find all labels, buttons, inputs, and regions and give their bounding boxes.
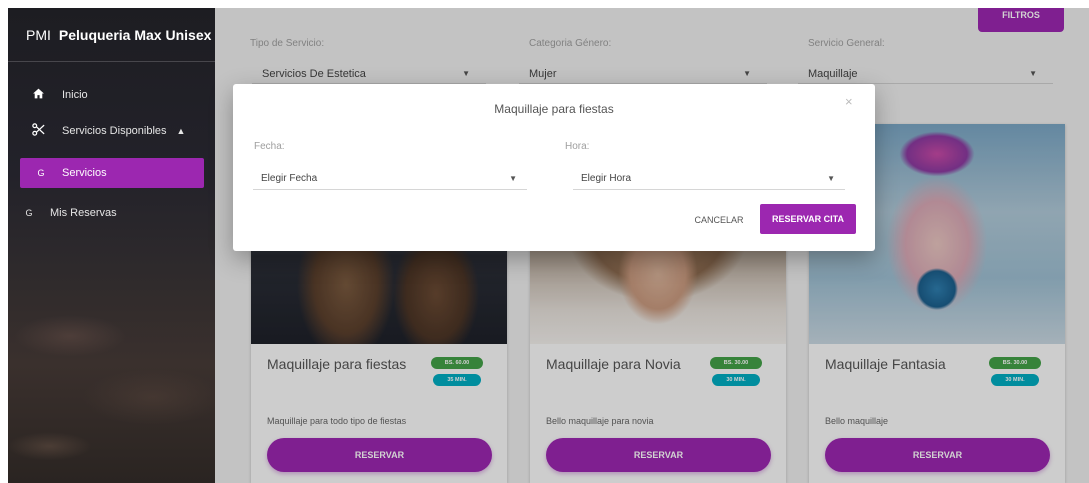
fecha-select[interactable]: Elegir Fecha ▼ [253,168,527,190]
reserve-appointment-button[interactable]: RESERVAR CITA [760,204,856,234]
scissors-icon [26,122,50,140]
sidebar-item-letter: G [37,168,45,178]
hora-select[interactable]: Elegir Hora ▼ [573,168,845,190]
dropdown-arrow-icon: ▼ [509,174,517,183]
sidebar-item-label: Servicios Disponibles [62,125,167,137]
sidebar-item-label: Servicios [62,167,107,179]
sidebar-item-inicio[interactable]: Inicio [8,80,215,110]
close-icon[interactable]: × [845,94,853,109]
sidebar-item-letter: G [25,208,33,218]
sidebar-item-label: Mis Reservas [50,207,117,219]
dropdown-arrow-icon: ▼ [827,174,835,183]
fecha-label: Fecha: [254,141,285,152]
brand[interactable]: PMI Peluqueria Max Unisex [8,8,215,62]
brand-abbr: PMI [26,26,51,43]
sidebar: PMI Peluqueria Max Unisex Inicio Servici… [8,8,215,483]
sidebar-item-servicios-disponibles[interactable]: Servicios Disponibles ▲ [8,116,215,146]
fecha-value: Elegir Fecha [261,173,318,184]
cancel-button[interactable]: CANCELAR [685,206,753,234]
sidebar-item-label: Inicio [62,89,88,101]
home-icon [26,87,50,103]
sidebar-item-mis-reservas[interactable]: G Mis Reservas [8,198,215,228]
brand-name: Peluqueria Max Unisex [58,26,212,43]
hora-value: Elegir Hora [581,173,632,184]
reservation-dialog: Maquillaje para fiestas × Fecha: Elegir … [233,84,875,251]
caret-up-icon: ▲ [176,126,186,136]
dialog-title: Maquillaje para fiestas [494,102,614,116]
hora-label: Hora: [565,141,590,152]
sidebar-item-servicios[interactable]: G Servicios [20,158,204,188]
